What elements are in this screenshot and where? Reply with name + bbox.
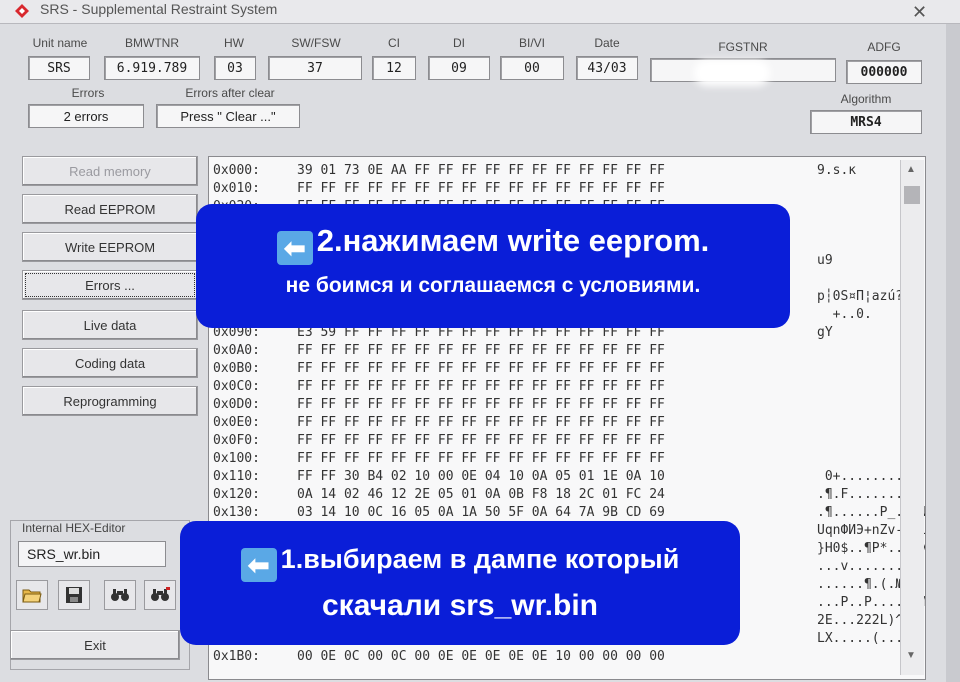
title-bar: SRS - Supplemental Restraint System ✕ bbox=[0, 0, 960, 24]
left-arrow-icon: ⬅ bbox=[240, 548, 277, 582]
hex-addr: 0x0C0: bbox=[213, 379, 260, 394]
file-name-field[interactable]: SRS_wr.bin bbox=[18, 541, 166, 567]
app-icon bbox=[15, 4, 29, 18]
bi-vi-field: 00 bbox=[500, 56, 564, 80]
write-eeprom-button[interactable]: Write EEPROM bbox=[22, 232, 198, 262]
hex-addr: 0x120: bbox=[213, 487, 260, 502]
adfg-field: 000000 bbox=[846, 60, 922, 84]
label-errors-after-clear: Errors after clear bbox=[185, 86, 275, 100]
di-field: 09 bbox=[428, 56, 490, 80]
left-arrow-icon: ⬅ bbox=[276, 231, 313, 265]
hex-bytes: FF FF FF FF FF FF FF FF FF FF FF FF FF F… bbox=[297, 433, 665, 448]
hex-editor-title: Internal HEX-Editor bbox=[20, 521, 128, 535]
hex-addr: 0x010: bbox=[213, 181, 260, 196]
hex-addr: 0x0E0: bbox=[213, 415, 260, 430]
hex-row[interactable]: 0x0E0: FF FF FF FF FF FF FF FF FF FF FF F… bbox=[213, 415, 925, 433]
hex-row[interactable]: 0x010: FF FF FF FF FF FF FF FF FF FF FF F… bbox=[213, 181, 925, 199]
hex-row[interactable]: 0x0F0: FF FF FF FF FF FF FF FF FF FF FF F… bbox=[213, 433, 925, 451]
algorithm-field: MRS4 bbox=[810, 110, 922, 134]
hex-bytes: 0A 14 02 46 12 2E 05 01 0A 0B F8 18 2C 0… bbox=[297, 487, 665, 502]
hex-bytes: 00 0E 0C 00 0C 00 0E 0E 0E 0E 0E 10 00 0… bbox=[297, 649, 665, 664]
open-folder-icon[interactable] bbox=[16, 580, 48, 610]
hex-row[interactable]: 0x130: 03 14 10 0C 16 05 0A 1A 50 5F 0A 6… bbox=[213, 505, 925, 523]
callout-select-line1: 1.выбираем в дампе который bbox=[280, 544, 680, 574]
coding-data-button[interactable]: Coding data bbox=[22, 348, 198, 378]
callout-select-line2: скачали srs_wr.bin bbox=[322, 589, 598, 622]
hex-addr: 0x0B0: bbox=[213, 361, 260, 376]
hex-row[interactable]: 0x090: E3 59 FF FF FF FF FF FF FF FF FF F… bbox=[213, 325, 925, 343]
label-ci: CI bbox=[388, 36, 400, 50]
errors-after-clear-field: Press " Clear ..." bbox=[156, 104, 300, 128]
label-fgstnr: FGSTNR bbox=[718, 40, 768, 54]
hex-row[interactable]: 0x0A0: FF FF FF FF FF FF FF FF FF FF FF F… bbox=[213, 343, 925, 361]
hex-bytes: FF FF 30 B4 02 10 00 0E 04 10 0A 05 01 1… bbox=[297, 469, 665, 484]
unit-name-field: SRS bbox=[28, 56, 90, 80]
hex-row[interactable]: 0x110: FF FF 30 B4 02 10 00 0E 04 10 0A 0… bbox=[213, 469, 925, 487]
hex-bytes: 39 01 73 0E AA FF FF FF FF FF FF FF FF F… bbox=[297, 163, 665, 178]
label-sw-fsw: SW/FSW bbox=[291, 36, 341, 50]
redacted-vin bbox=[700, 66, 764, 80]
hex-addr: 0x1B0: bbox=[213, 649, 260, 664]
hex-bytes: E3 59 FF FF FF FF FF FF FF FF FF FF FF F… bbox=[297, 325, 665, 340]
hex-addr: 0x100: bbox=[213, 451, 260, 466]
errors-field: 2 errors bbox=[28, 104, 144, 128]
live-data-button[interactable]: Live data bbox=[22, 310, 198, 340]
find-next-icon[interactable] bbox=[144, 580, 176, 610]
hex-bytes: FF FF FF FF FF FF FF FF FF FF FF FF FF F… bbox=[297, 343, 665, 358]
label-bi-vi: BI/VI bbox=[518, 36, 545, 50]
window-title: SRS - Supplemental Restraint System bbox=[40, 1, 278, 17]
hex-bytes: 03 14 10 0C 16 05 0A 1A 50 5F 0A 64 7A 9… bbox=[297, 505, 665, 520]
exit-button[interactable]: Exit bbox=[10, 630, 180, 660]
read-memory-button[interactable]: Read memory bbox=[22, 156, 198, 186]
hex-row[interactable]: 0x100: FF FF FF FF FF FF FF FF FF FF FF F… bbox=[213, 451, 925, 469]
hex-bytes: FF FF FF FF FF FF FF FF FF FF FF FF FF F… bbox=[297, 415, 665, 430]
hex-addr: 0x0F0: bbox=[213, 433, 260, 448]
hex-addr: 0x110: bbox=[213, 469, 260, 484]
hex-row[interactable]: 0x0C0: FF FF FF FF FF FF FF FF FF FF FF F… bbox=[213, 379, 925, 397]
label-di: DI bbox=[453, 36, 465, 50]
hex-row[interactable]: 0x120: 0A 14 02 46 12 2E 05 01 0A 0B F8 1… bbox=[213, 487, 925, 505]
hex-bytes: FF FF FF FF FF FF FF FF FF FF FF FF FF F… bbox=[297, 181, 665, 196]
hex-bytes: FF FF FF FF FF FF FF FF FF FF FF FF FF F… bbox=[297, 451, 665, 466]
find-icon[interactable] bbox=[104, 580, 136, 610]
hex-row[interactable]: 0x1B0: 00 0E 0C 00 0C 00 0E 0E 0E 0E 0E 1… bbox=[213, 649, 925, 667]
scroll-thumb[interactable] bbox=[904, 186, 920, 204]
hex-row[interactable]: 0x0D0: FF FF FF FF FF FF FF FF FF FF FF F… bbox=[213, 397, 925, 415]
read-eeprom-button[interactable]: Read EEPROM bbox=[22, 194, 198, 224]
hex-addr: 0x090: bbox=[213, 325, 260, 340]
hex-bytes: FF FF FF FF FF FF FF FF FF FF FF FF FF F… bbox=[297, 379, 665, 394]
hex-scrollbar[interactable] bbox=[900, 160, 924, 675]
close-icon[interactable]: ✕ bbox=[912, 2, 927, 23]
callout-select-file: ⬅ 1.выбираем в дампе который скачали srs_… bbox=[182, 523, 738, 643]
hex-addr: 0x0A0: bbox=[213, 343, 260, 358]
reprogramming-button[interactable]: Reprogramming bbox=[22, 386, 198, 416]
hex-row[interactable]: 0x0B0: FF FF FF FF FF FF FF FF FF FF FF F… bbox=[213, 361, 925, 379]
callout-write-line2: не боимся и соглашаемся с условиями. bbox=[285, 274, 701, 297]
hex-bytes: FF FF FF FF FF FF FF FF FF FF FF FF FF F… bbox=[297, 361, 665, 376]
label-errors: Errors bbox=[71, 86, 105, 100]
save-icon[interactable] bbox=[58, 580, 90, 610]
sw-fsw-field: 37 bbox=[268, 56, 362, 80]
callout-write-eeprom: ⬅ 2.нажимаем write eeprom. не боимся и со… bbox=[198, 206, 788, 326]
label-date: Date bbox=[594, 36, 620, 50]
label-bmwtnr: BMWTNR bbox=[125, 36, 179, 50]
scroll-up-icon[interactable]: ▲ bbox=[906, 164, 916, 175]
date-field: 43/03 bbox=[576, 56, 638, 80]
hex-bytes: FF FF FF FF FF FF FF FF FF FF FF FF FF F… bbox=[297, 397, 665, 412]
label-adfg: ADFG bbox=[867, 40, 901, 54]
label-unit-name: Unit name bbox=[32, 36, 88, 50]
hw-field: 03 bbox=[214, 56, 256, 80]
hex-row[interactable]: 0x000: 39 01 73 0E AA FF FF FF FF FF FF F… bbox=[213, 163, 925, 181]
hex-addr: 0x130: bbox=[213, 505, 260, 520]
hex-addr: 0x000: bbox=[213, 163, 260, 178]
errors-button[interactable]: Errors ... bbox=[22, 270, 198, 300]
ci-field: 12 bbox=[372, 56, 416, 80]
label-algorithm: Algorithm bbox=[840, 92, 892, 106]
label-hw: HW bbox=[224, 36, 244, 50]
hex-addr: 0x0D0: bbox=[213, 397, 260, 412]
callout-write-line1: 2.нажимаем write eeprom. bbox=[316, 223, 710, 258]
scroll-down-icon[interactable]: ▼ bbox=[906, 650, 916, 661]
bmwtnr-field: 6.919.789 bbox=[104, 56, 200, 80]
